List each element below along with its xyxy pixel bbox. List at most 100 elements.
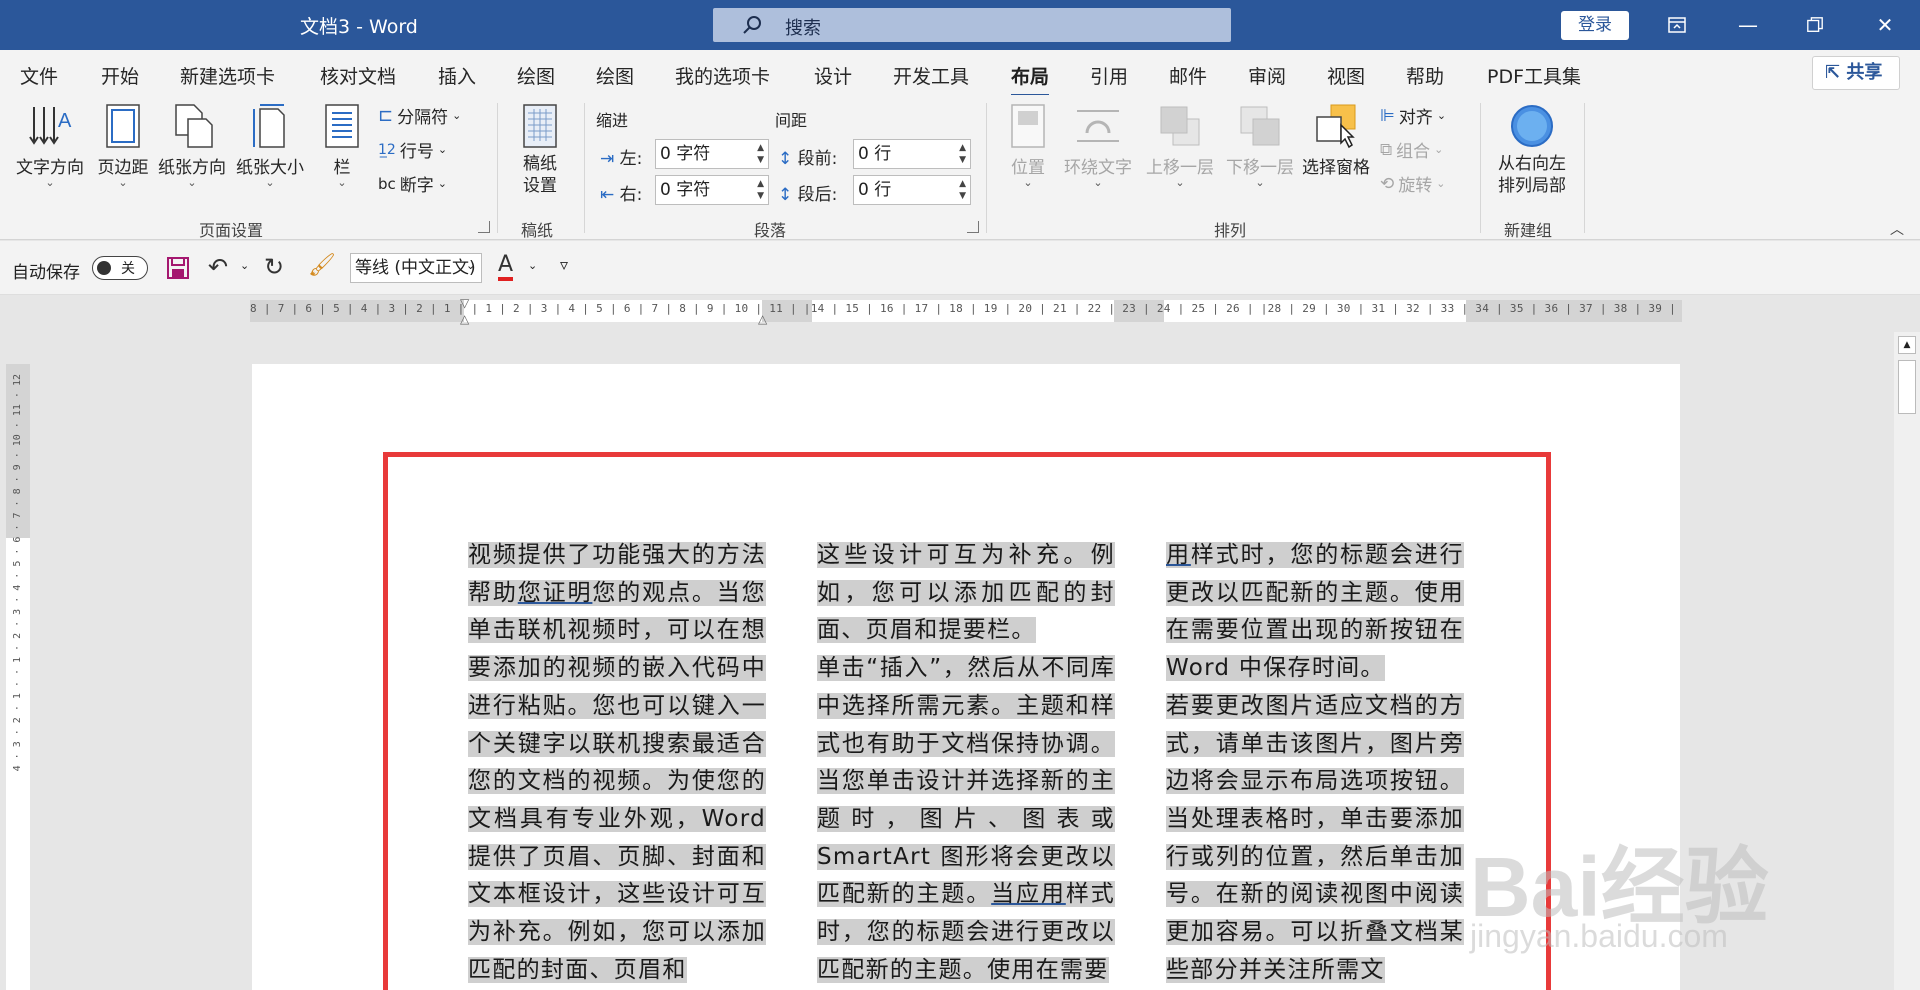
spacing-before-value: 0 行 [858, 144, 892, 164]
spinner-arrows-icon[interactable]: ▲ ▼ [757, 178, 764, 202]
font-color-icon[interactable]: A [498, 253, 514, 281]
chevron-down-icon: ⌄ [337, 176, 347, 189]
line-numbers-button[interactable]: 1̲2 行号 ⌄ [378, 137, 447, 163]
close-icon[interactable]: ✕ [1870, 10, 1900, 40]
quick-access-toolbar: 自动保存 关 ↶ ⌄ ↻ 🖌 等线 (中文正文) ⌄ A ⌄ ▿ [0, 241, 1920, 295]
group-objects-button[interactable]: ⧉ 组合 ⌄ [1380, 137, 1443, 163]
breaks-icon: ⊏ [378, 105, 394, 126]
tab-file[interactable]: 文件 [20, 62, 58, 89]
ribbon-layout: A 文字方向 ⌄ 页边距 ⌄ 纸张方向 ⌄ 纸张大小 ⌄ 栏 ⌄ ⊏ 分隔符 ⌄… [0, 95, 1920, 240]
tab-references[interactable]: 引用 [1090, 62, 1128, 89]
wrap-text-label: 环绕文字 [1064, 158, 1132, 178]
chevron-down-icon[interactable]: ⌄ [528, 259, 537, 272]
columns-label: 栏 [333, 158, 351, 178]
redo-icon[interactable]: ↻ [264, 253, 284, 281]
restore-icon[interactable] [1800, 10, 1830, 40]
spacing-before-input[interactable]: 0 行 ▲ ▼ [853, 139, 971, 169]
first-line-indent-marker[interactable]: ▽ [460, 296, 469, 310]
text-direction-button[interactable]: A 文字方向 ⌄ [14, 103, 86, 189]
scroll-thumb[interactable] [1898, 360, 1916, 414]
wrap-text-icon [1077, 110, 1119, 142]
page-setup-group-label: 页面设置 [199, 221, 264, 240]
tab-check-document[interactable]: 核对文档 [320, 62, 396, 89]
chevron-down-icon[interactable]: ⌄ [240, 259, 249, 272]
scroll-up-icon[interactable]: ▲ [1898, 336, 1916, 354]
wrap-text-button[interactable]: 环绕文字 ⌄ [1058, 103, 1138, 189]
right-indent-marker[interactable]: △ [758, 312, 767, 326]
rtl-arrange-icon [1511, 105, 1553, 147]
rotate-button[interactable]: ⟲ 旋转 ⌄ [1380, 171, 1445, 197]
page-setup-dialog-launcher-icon[interactable] [478, 221, 490, 233]
tab-help[interactable]: 帮助 [1406, 62, 1444, 89]
vertical-scrollbar[interactable]: ▲ [1894, 332, 1920, 990]
save-icon[interactable] [166, 256, 190, 280]
tab-insert[interactable]: 插入 [438, 62, 476, 89]
tab-mailings[interactable]: 邮件 [1169, 62, 1207, 89]
indent-left-icon: ⇥ [600, 149, 615, 169]
columns-button[interactable]: 栏 ⌄ [318, 103, 366, 189]
customize-toolbar-icon[interactable]: ▿ [560, 255, 568, 274]
chevron-down-icon: ⌄ [1023, 176, 1033, 189]
send-backward-label: 下移一层 [1226, 158, 1294, 178]
breaks-button[interactable]: ⊏ 分隔符 ⌄ [378, 103, 461, 128]
manuscript-settings-button[interactable]: 稿纸设置 [512, 103, 568, 197]
undo-icon[interactable]: ↶ [208, 253, 228, 281]
tab-draw-1[interactable]: 绘图 [517, 62, 555, 89]
format-painter-icon[interactable]: 🖌 [308, 253, 336, 278]
send-backward-button[interactable]: 下移一层 ⌄ [1220, 103, 1300, 189]
ribbon-display-options-icon[interactable] [1662, 10, 1692, 40]
autosave-toggle[interactable]: 关 [92, 256, 148, 280]
hanging-indent-marker[interactable]: △ [460, 312, 469, 326]
selection-pane-button[interactable]: 选择窗格 [1296, 103, 1376, 178]
text-column-1[interactable]: 视频提供了功能强大的方法帮助您证明您的观点。当您单击联机视频时，可以在想要添加的… [468, 537, 766, 989]
tab-review[interactable]: 审阅 [1248, 62, 1286, 89]
chevron-down-icon[interactable]: ⌄ [466, 259, 475, 272]
margins-button[interactable]: 页边距 ⌄ [94, 103, 152, 189]
login-button[interactable]: 登录 [1561, 11, 1629, 40]
text-column-2[interactable]: 这些设计可互为补充。例如，您可以添加匹配的封面、页眉和提要栏。 单击“插入”，然… [817, 537, 1115, 989]
horizontal-ruler[interactable]: 8 | 7 | 6 | 5 | 4 | 3 | 2 | 1 | | 1 | 2 … [0, 296, 1920, 328]
column-3-paragraph-2: 若要更改图片适应文档的方式，请单击该图片，图片旁边将会显示布局选项按钮。当处理表… [1166, 692, 1464, 983]
text-column-3[interactable]: 用样式时，您的标题会进行更改以匹配新的主题。使用在需要位置出现的新按钮在 Wor… [1166, 537, 1464, 989]
document-title: 文档3 - Word [300, 16, 418, 38]
position-button[interactable]: 位置 ⌄ [1000, 103, 1056, 189]
vertical-ruler[interactable]: 4 · 3 · 2 · 1 · · 1 · 2 · 3 · 4 · 5 · 6 … [6, 364, 30, 990]
spinner-arrows-icon[interactable]: ▲ ▼ [959, 142, 966, 166]
tab-layout[interactable]: 布局 [1011, 62, 1050, 97]
toggle-knob [97, 261, 111, 275]
group-separator [497, 103, 498, 233]
font-name-select[interactable]: 等线 (中文正文) [350, 253, 482, 283]
tab-new-tab[interactable]: 新建选项卡 [180, 62, 275, 89]
tab-pdf-tools[interactable]: PDF工具集 [1487, 62, 1581, 89]
title-bar: 文档3 - Word 搜索 登录 — ✕ [0, 0, 1920, 50]
paragraph-dialog-launcher-icon[interactable] [967, 221, 979, 233]
tab-view[interactable]: 视图 [1327, 62, 1365, 89]
hyphenation-button[interactable]: bc 断字 ⌄ [378, 171, 447, 197]
share-button[interactable]: ⇱ 共享 [1812, 56, 1900, 90]
share-icon: ⇱ [1825, 62, 1841, 83]
tab-draw-2[interactable]: 绘图 [596, 62, 634, 89]
tab-design[interactable]: 设计 [814, 62, 852, 89]
bring-forward-button[interactable]: 上移一层 ⌄ [1140, 103, 1220, 189]
spacing-after-icon: ↕ [778, 185, 793, 205]
bring-forward-icon [1160, 106, 1200, 146]
spinner-arrows-icon[interactable]: ▲ ▼ [757, 142, 764, 166]
tab-home[interactable]: 开始 [101, 62, 139, 89]
search-box[interactable]: 搜索 [713, 8, 1231, 42]
minimize-icon[interactable]: — [1733, 10, 1763, 40]
spinner-arrows-icon[interactable]: ▲ ▼ [959, 178, 966, 202]
orientation-button[interactable]: 纸张方向 ⌄ [156, 103, 228, 189]
collapse-ribbon-icon[interactable]: ︿ [1890, 219, 1904, 239]
selection-pane-icon [1316, 104, 1356, 149]
page-size-button[interactable]: 纸张大小 ⌄ [234, 103, 306, 189]
tab-developer[interactable]: 开发工具 [893, 62, 969, 89]
rtl-arrange-button[interactable]: 从右向左 排列局部 [1490, 103, 1574, 197]
indent-right-input[interactable]: 0 字符 ▲ ▼ [655, 175, 769, 205]
align-button[interactable]: ⊫ 对齐 ⌄ [1380, 103, 1446, 129]
tab-my-tab[interactable]: 我的选项卡 [675, 62, 770, 89]
indent-left-input[interactable]: 0 字符 ▲ ▼ [655, 139, 769, 169]
chevron-down-icon: ⌄ [452, 109, 462, 122]
spacing-after-input[interactable]: 0 行 ▲ ▼ [853, 175, 971, 205]
position-label: 位置 [1011, 158, 1045, 178]
column-2-paragraph-1: 这些设计可互为补充。例如，您可以添加匹配的封面、页眉和提要栏。 [817, 542, 1115, 644]
